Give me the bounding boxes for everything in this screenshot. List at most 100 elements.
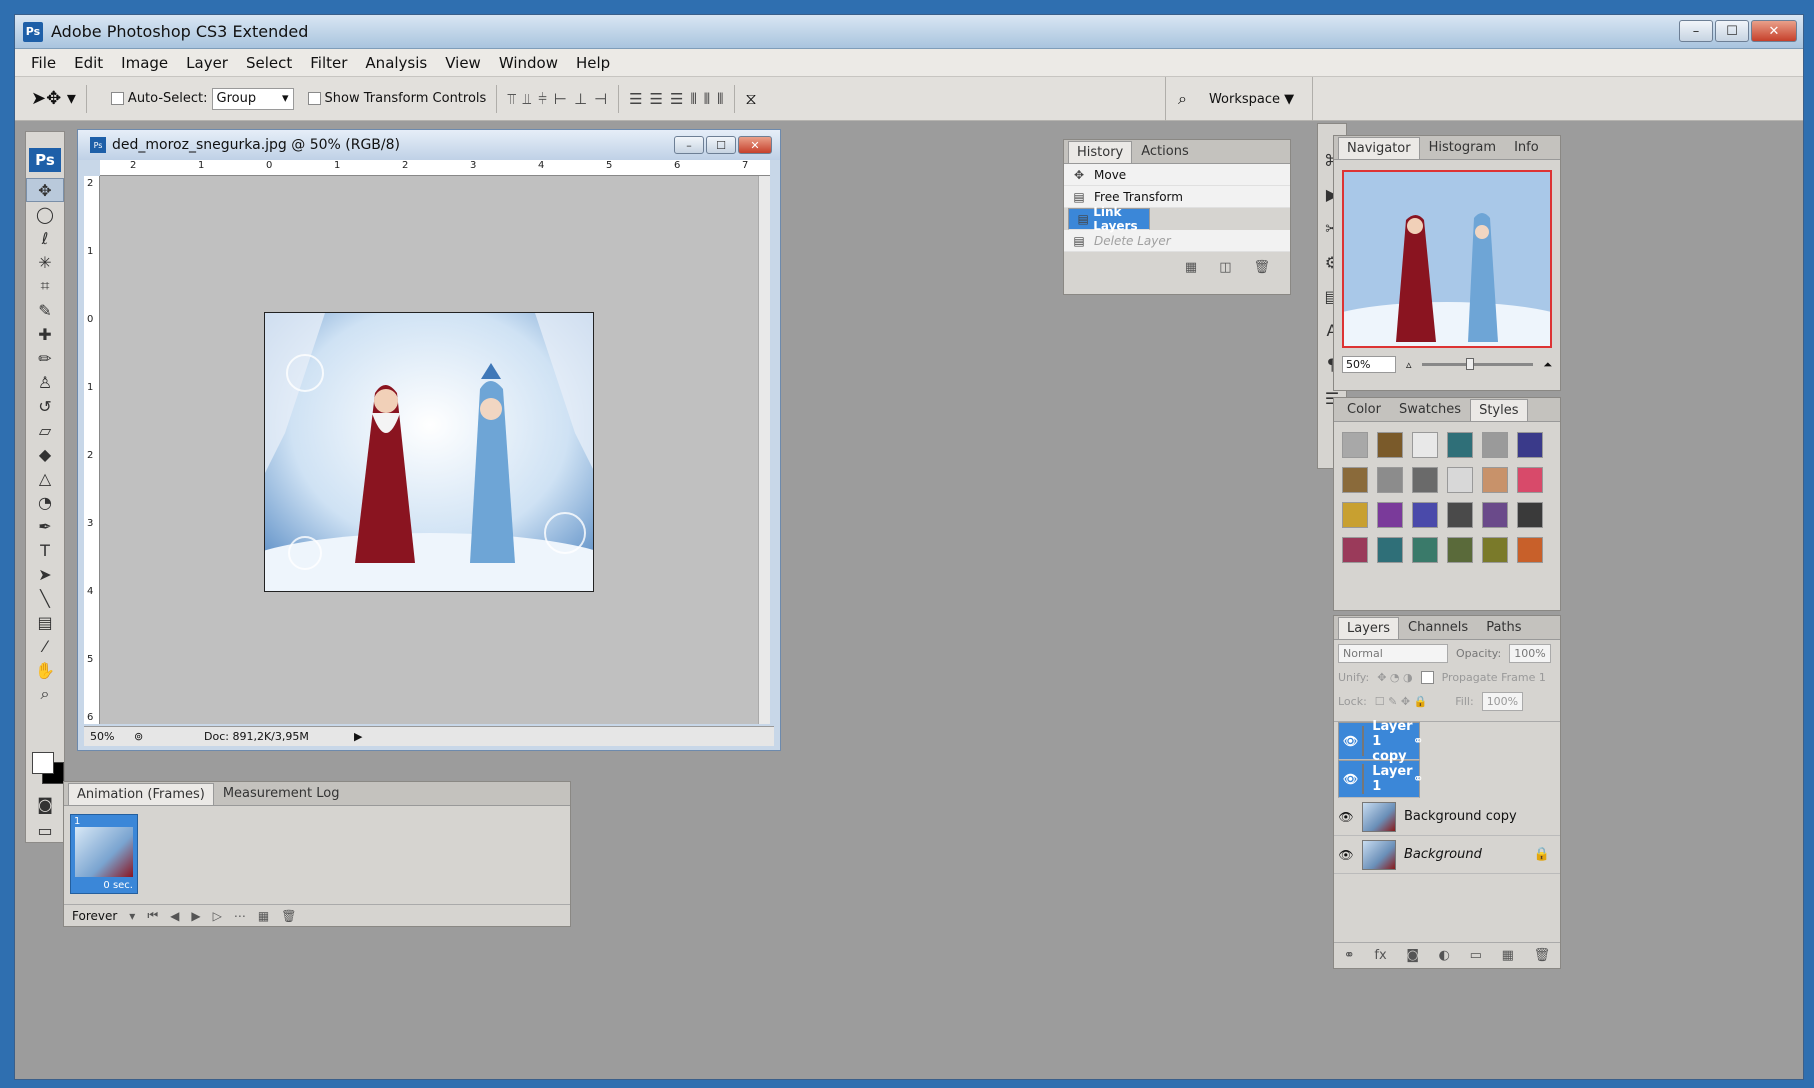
zoom-field[interactable]: 50%	[84, 730, 134, 743]
animation-frame[interactable]: 1 0 sec.	[70, 814, 138, 894]
style-swatch[interactable]	[1517, 502, 1543, 528]
menu-window[interactable]: Window	[499, 54, 558, 72]
history-item[interactable]: ✥ Move	[1064, 164, 1290, 186]
navigator-zoom-slider[interactable]	[1421, 358, 1534, 370]
style-swatch[interactable]	[1447, 537, 1473, 563]
align-left-icon[interactable]: ⊢	[554, 90, 568, 108]
eraser-tool-icon[interactable]: ▱	[26, 418, 64, 442]
show-transform-checkbox[interactable]: Show Transform Controls	[307, 91, 486, 106]
doc-minimize-button[interactable]: –	[674, 136, 704, 154]
slider-handle[interactable]	[1466, 358, 1475, 370]
trash-icon[interactable]: 🗑	[1534, 948, 1551, 963]
style-swatch[interactable]	[1482, 502, 1508, 528]
history-item-selected[interactable]: ▤ Link Layers	[1068, 205, 1150, 233]
layer-row[interactable]: 👁 Background copy	[1334, 798, 1560, 836]
distribute-right-icon[interactable]: ⫴	[717, 90, 724, 108]
trash-icon[interactable]: 🗑	[281, 909, 296, 923]
ruler-vertical[interactable]: 2 1 0 1 2 3 4 5 6	[84, 176, 100, 724]
history-item[interactable]: ▤ Delete Layer	[1064, 230, 1290, 252]
close-button[interactable]: ✕	[1751, 20, 1797, 42]
style-swatch[interactable]	[1447, 502, 1473, 528]
bridge-icon[interactable]: ⌕	[1178, 89, 1187, 109]
add-mask-icon[interactable]: ◙	[1406, 948, 1419, 963]
tab-channels[interactable]: Channels	[1399, 616, 1477, 639]
layer-row[interactable]: 👁 Background 🔒	[1334, 836, 1560, 874]
tab-histogram[interactable]: Histogram	[1420, 136, 1505, 159]
menu-image[interactable]: Image	[121, 54, 168, 72]
style-swatch[interactable]	[1447, 467, 1473, 493]
navigator-thumbnail[interactable]	[1342, 170, 1552, 348]
eyedropper-tool-icon[interactable]: ⁄	[26, 634, 64, 658]
style-swatch[interactable]	[1517, 467, 1543, 493]
move-tool-icon[interactable]: ✥	[26, 178, 64, 202]
style-swatch[interactable]	[1342, 537, 1368, 563]
navigator-zoom-field[interactable]: 50%	[1342, 356, 1396, 373]
tween-icon[interactable]: ⋯	[234, 909, 246, 923]
layer-row[interactable]: 👁 Layer 1 copy ⚭	[1338, 719, 1424, 764]
foreground-color-swatch[interactable]	[32, 752, 54, 774]
vertical-scrollbar[interactable]	[758, 176, 770, 724]
doc-close-button[interactable]: ✕	[738, 136, 772, 154]
distribute-bottom-icon[interactable]: ☰	[670, 90, 684, 108]
distribute-left-icon[interactable]: ⫴	[690, 90, 697, 108]
propagate-checkbox[interactable]	[1420, 671, 1434, 684]
style-swatch[interactable]	[1377, 467, 1403, 493]
eye-icon[interactable]: 👁	[1334, 810, 1358, 824]
style-swatch[interactable]	[1482, 537, 1508, 563]
menu-layer[interactable]: Layer	[186, 54, 228, 72]
adjustment-layer-icon[interactable]: ◐	[1439, 948, 1450, 963]
align-top-icon[interactable]: ⫪	[507, 90, 516, 108]
show-transform-box[interactable]	[307, 92, 321, 105]
new-document-icon[interactable]: ▦	[1185, 260, 1197, 275]
tab-layers[interactable]: Layers	[1338, 617, 1400, 639]
snapshot-icon[interactable]: ◫	[1219, 260, 1231, 275]
magic-wand-tool-icon[interactable]: ✳	[26, 250, 64, 274]
zoom-tool-icon[interactable]: ⌕	[26, 682, 64, 706]
style-swatch[interactable]	[1412, 432, 1438, 458]
path-selection-tool-icon[interactable]: ➤	[26, 562, 64, 586]
type-tool-icon[interactable]: T	[26, 538, 64, 562]
tab-animation-frames[interactable]: Animation (Frames)	[68, 783, 214, 805]
layer-row[interactable]: 👁 Layer 1 ⚭	[1338, 760, 1424, 798]
new-group-icon[interactable]: ▭	[1470, 948, 1482, 963]
style-swatch[interactable]	[1482, 432, 1508, 458]
style-swatch[interactable]	[1342, 432, 1368, 458]
menu-select[interactable]: Select	[246, 54, 292, 72]
line-tool-icon[interactable]: ╲	[26, 586, 64, 610]
tab-actions[interactable]: Actions	[1132, 140, 1198, 163]
style-swatch[interactable]	[1482, 467, 1508, 493]
auto-select-dropdown[interactable]: Group ▾	[211, 87, 294, 110]
menu-file[interactable]: File	[31, 54, 56, 72]
duplicate-frame-icon[interactable]: ▦	[258, 909, 269, 923]
menu-filter[interactable]: Filter	[310, 54, 347, 72]
auto-align-icon[interactable]: ⧖	[745, 89, 756, 109]
opacity-field[interactable]: 100%	[1509, 644, 1551, 663]
menu-help[interactable]: Help	[576, 54, 610, 72]
tab-paths[interactable]: Paths	[1477, 616, 1530, 639]
marquee-tool-icon[interactable]: ◯	[26, 202, 64, 226]
new-layer-icon[interactable]: ▦	[1502, 948, 1514, 963]
style-swatch[interactable]	[1412, 537, 1438, 563]
prev-frame-icon[interactable]: ◀	[170, 909, 179, 923]
workspace-menu[interactable]: Workspace ▼	[1209, 92, 1294, 107]
lock-icons[interactable]: ☐ ✎ ✥ 🔒	[1375, 695, 1427, 708]
clone-stamp-tool-icon[interactable]: ♙	[26, 370, 64, 394]
eye-icon[interactable]: 👁	[1334, 848, 1358, 862]
zoom-in-icon[interactable]: ⏶	[1543, 358, 1552, 372]
align-hcenter-icon[interactable]: ⊥	[574, 90, 588, 108]
paint-bucket-tool-icon[interactable]: ◆	[26, 442, 64, 466]
ruler-horizontal[interactable]: 2 1 0 1 2 3 4 5 6 7	[100, 160, 770, 176]
tab-swatches[interactable]: Swatches	[1390, 398, 1470, 421]
chevron-down-icon[interactable]: ▾	[129, 909, 135, 923]
style-swatch[interactable]	[1342, 502, 1368, 528]
canvas-area[interactable]	[100, 176, 758, 724]
lasso-tool-icon[interactable]: ℓ	[26, 226, 64, 250]
auto-select-checkbox[interactable]: Auto-Select:	[110, 91, 208, 106]
pen-tool-icon[interactable]: ✒	[26, 514, 64, 538]
first-frame-icon[interactable]: ⏮	[147, 908, 158, 923]
loop-dropdown[interactable]: Forever	[72, 909, 117, 923]
tab-styles[interactable]: Styles	[1470, 399, 1528, 421]
status-icon[interactable]: ⊚	[134, 730, 204, 743]
align-right-icon[interactable]: ⊣	[594, 90, 608, 108]
brush-tool-icon[interactable]: ✏	[26, 346, 64, 370]
